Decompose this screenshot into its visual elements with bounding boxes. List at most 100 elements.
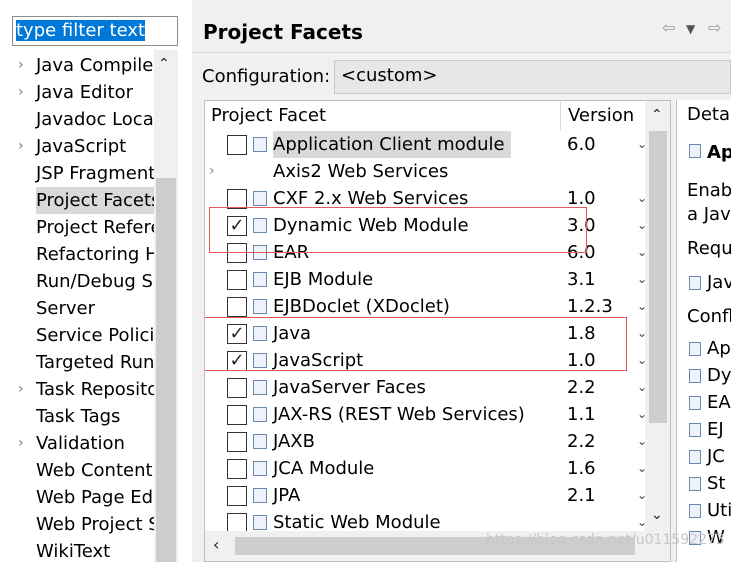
configuration-label: Configuration: — [202, 66, 331, 87]
nav-item[interactable]: Project Facets — [0, 187, 154, 214]
nav-item[interactable]: › Validation — [0, 430, 154, 457]
facets-vscroll-thumb[interactable] — [649, 131, 667, 423]
nav-item[interactable]: Web Page Editor — [0, 484, 154, 511]
table-row[interactable]: JCA Module 1.6 ⌄ — [205, 455, 647, 482]
table-row[interactable]: EJB Module 3.1 ⌄ — [205, 266, 647, 293]
chevron-right-icon[interactable]: › — [18, 430, 30, 457]
facet-version[interactable]: 6.0 — [567, 131, 596, 158]
nav-item-label: Task Repository — [36, 379, 154, 400]
nav-item[interactable]: Task Tags — [0, 403, 154, 430]
facet-checkbox[interactable]: ✓ — [227, 324, 247, 344]
conflict-item: JC — [707, 446, 725, 467]
table-row[interactable]: EJBDoclet (XDoclet) 1.2.3 ⌄ — [205, 293, 647, 320]
table-row[interactable]: Application Client module 6.0 ⌄ — [205, 131, 647, 158]
nav-scrollbar-thumb[interactable] — [156, 178, 176, 562]
nav-item[interactable]: Web Content Settings — [0, 457, 154, 484]
facet-checkbox[interactable] — [227, 405, 247, 425]
facet-checkbox[interactable] — [227, 270, 247, 290]
table-row[interactable]: JPA 2.1 ⌄ — [205, 482, 647, 509]
scroll-left-icon[interactable]: ‹ — [213, 535, 219, 554]
facet-name: Dynamic Web Module — [273, 215, 469, 236]
facet-version[interactable]: 2.1 — [567, 482, 596, 509]
nav-item[interactable]: Web Project Settings — [0, 511, 154, 538]
column-header-facet[interactable]: Project Facet — [205, 101, 561, 131]
nav-item[interactable]: › Java Compiler — [0, 52, 154, 79]
facets-vertical-scrollbar[interactable]: ⌃ ⌄ — [645, 101, 670, 531]
menu-dropdown-icon[interactable]: ▼ — [686, 22, 695, 36]
table-row[interactable]: › Axis2 Web Services — [205, 158, 645, 185]
scroll-up-icon[interactable]: ⌃ — [158, 56, 170, 72]
facet-icon — [253, 272, 267, 287]
nav-item[interactable]: Refactoring History — [0, 241, 154, 268]
facet-checkbox[interactable]: ✓ — [227, 216, 247, 236]
facet-version[interactable]: 6.0 — [567, 239, 596, 266]
details-heading: Ap — [707, 142, 731, 163]
back-arrow-icon[interactable]: ⇦ — [662, 18, 675, 37]
nav-item[interactable]: Service Policies — [0, 322, 154, 349]
facet-version[interactable]: 3.1 — [567, 266, 596, 293]
facet-checkbox[interactable] — [227, 432, 247, 452]
table-row[interactable]: JavaServer Faces 2.2 ⌄ — [205, 374, 647, 401]
nav-item[interactable]: Targeted Runtimes — [0, 349, 154, 376]
nav-item[interactable]: Server — [0, 295, 154, 322]
facet-version[interactable]: 1.1 — [567, 401, 596, 428]
table-row[interactable]: ✓ Java 1.8 ⌄ — [205, 320, 647, 347]
nav-item-label: JSP Fragment — [36, 163, 154, 184]
nav-item-label: Web Project Settings — [36, 514, 154, 535]
facet-version[interactable]: 2.2 — [567, 428, 596, 455]
facet-name: JavaServer Faces — [273, 377, 426, 398]
details-description-line2: a Java — [687, 204, 731, 225]
chevron-right-icon[interactable]: › — [18, 52, 30, 79]
facet-version[interactable]: 1.6 — [567, 455, 596, 482]
facet-checkbox[interactable] — [227, 486, 247, 506]
facet-version[interactable]: 1.0 — [567, 347, 596, 374]
nav-item[interactable]: WikiText — [0, 538, 154, 562]
scroll-up-icon[interactable]: ⌃ — [651, 107, 663, 123]
facet-icon — [253, 353, 267, 368]
column-header-version[interactable]: Version — [562, 101, 644, 131]
details-tab[interactable]: Details — [687, 104, 731, 125]
nav-item[interactable]: Javadoc Location — [0, 106, 154, 133]
nav-item[interactable]: Project References — [0, 214, 154, 241]
facet-checkbox[interactable] — [227, 135, 247, 155]
configuration-select[interactable]: <custom> — [334, 60, 731, 94]
facet-version[interactable]: 3.0 — [567, 212, 596, 239]
nav-item[interactable]: › JavaScript — [0, 133, 154, 160]
facet-checkbox[interactable] — [227, 513, 247, 533]
nav-item-label: Service Policies — [36, 325, 154, 346]
table-row[interactable]: ✓ Dynamic Web Module 3.0 ⌄ — [205, 212, 647, 239]
facet-checkbox[interactable] — [227, 297, 247, 317]
filter-input[interactable]: type filter text — [12, 16, 178, 46]
forward-arrow-icon[interactable]: ⇨ — [708, 18, 721, 37]
facet-version[interactable]: 1.2.3 — [567, 293, 613, 320]
scroll-down-icon[interactable]: ⌄ — [651, 507, 663, 523]
table-row[interactable]: CXF 2.x Web Services 1.0 ⌄ — [205, 185, 647, 212]
nav-item[interactable]: › Task Repository — [0, 376, 154, 403]
facet-icon — [253, 137, 267, 152]
facet-name: JCA Module — [273, 458, 375, 479]
table-row[interactable]: JAXB 2.2 ⌄ — [205, 428, 647, 455]
nav-item[interactable]: JSP Fragment — [0, 160, 154, 187]
facet-checkbox[interactable] — [227, 459, 247, 479]
expand-chevron-icon[interactable]: › — [209, 158, 215, 185]
facet-checkbox[interactable] — [227, 378, 247, 398]
facet-version[interactable]: 1.0 — [567, 185, 596, 212]
chevron-right-icon[interactable]: › — [18, 79, 30, 106]
facet-version[interactable]: 1.8 — [567, 320, 596, 347]
table-row[interactable]: EAR 6.0 ⌄ — [205, 239, 647, 266]
nav-item-label: Project Facets — [36, 187, 154, 214]
table-row[interactable]: ✓ JavaScript 1.0 ⌄ — [205, 347, 647, 374]
facet-icon — [253, 326, 267, 341]
nav-item[interactable]: › Java Editor — [0, 79, 154, 106]
chevron-right-icon[interactable]: › — [18, 133, 30, 160]
facet-checkbox[interactable] — [227, 189, 247, 209]
facet-version[interactable]: 2.2 — [567, 374, 596, 401]
nav-item-label: Run/Debug Settings — [36, 271, 154, 292]
nav-scrollbar[interactable]: ⌃ — [154, 50, 178, 562]
chevron-right-icon[interactable]: › — [18, 376, 30, 403]
facet-checkbox[interactable] — [227, 243, 247, 263]
facet-checkbox[interactable]: ✓ — [227, 351, 247, 371]
nav-item[interactable]: Run/Debug Settings — [0, 268, 154, 295]
project-facets-page: Project Facets ⇦ ▼ ⇨ Configuration: <cus… — [192, 0, 731, 562]
table-row[interactable]: JAX-RS (REST Web Services) 1.1 ⌄ — [205, 401, 647, 428]
